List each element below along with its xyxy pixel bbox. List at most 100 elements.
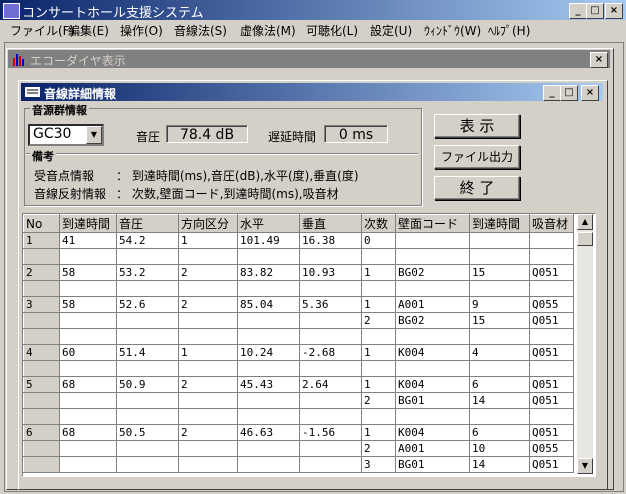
grid-scrollbar[interactable] [577,214,593,474]
table-cell[interactable]: 3 [23,296,60,313]
ray-data-grid[interactable]: No 到達時間 音圧 方向区分 水平 垂直 次数 壁面コード 到達時間 吸音材 … [22,213,596,477]
table-row[interactable]: 2 58 53.2 2 83.82 10.93 1 BG02 15 Q051 [23,264,574,281]
table-cell[interactable]: K004 [395,344,470,361]
table-cell[interactable]: 5.36 [299,296,362,313]
table-cell[interactable]: 1 [361,264,396,281]
table-cell[interactable]: 52.6 [116,296,179,313]
table-cell[interactable] [299,408,362,425]
table-row[interactable]: 4 60 51.4 1 10.24 -2.68 1 K004 4 Q051 [23,344,574,361]
table-cell[interactable]: A001 [395,296,470,313]
col-pressure-header[interactable]: 音圧 [116,214,179,233]
table-row[interactable] [23,280,574,297]
table-cell[interactable]: 2.64 [299,376,362,393]
table-cell[interactable] [395,280,470,297]
table-cell[interactable]: 51.4 [116,344,179,361]
table-cell[interactable]: 1 [361,424,396,441]
table-cell[interactable] [23,312,60,329]
table-cell[interactable] [237,392,300,409]
table-cell[interactable] [23,392,60,409]
table-cell[interactable]: A001 [395,440,470,457]
table-cell[interactable]: BG02 [395,312,470,329]
table-cell[interactable] [469,360,530,377]
table-cell[interactable] [361,280,396,297]
table-cell[interactable] [116,408,179,425]
table-cell[interactable]: BG01 [395,392,470,409]
menu-operation[interactable]: 操作(O) [120,22,163,39]
table-cell[interactable]: 1 [178,344,238,361]
table-cell[interactable]: 101.49 [237,232,300,249]
table-cell[interactable] [237,312,300,329]
file-output-button[interactable]: ファイル出力 [434,145,520,169]
table-cell[interactable]: 10.93 [299,264,362,281]
table-cell[interactable]: 5 [23,376,60,393]
table-cell[interactable] [178,408,238,425]
table-cell[interactable] [361,248,396,265]
table-cell[interactable] [116,456,179,473]
table-cell[interactable]: 41 [59,232,117,249]
table-cell[interactable] [178,456,238,473]
table-cell[interactable]: 2 [361,312,396,329]
table-cell[interactable] [59,456,117,473]
table-cell[interactable] [23,440,60,457]
table-cell[interactable] [23,280,60,297]
table-cell[interactable] [178,392,238,409]
table-cell[interactable]: 6 [469,376,530,393]
table-row[interactable]: 5 68 50.9 2 45.43 2.64 1 K004 6 Q051 [23,376,574,393]
table-cell[interactable]: 2 [178,424,238,441]
table-cell[interactable]: 15 [469,264,530,281]
menu-auralization[interactable]: 可聴化(L) [306,22,358,39]
dialog-close-button[interactable]: × [581,85,599,101]
table-cell[interactable] [23,328,60,345]
table-cell[interactable]: 2 [361,440,396,457]
table-cell[interactable] [116,328,179,345]
scroll-up-icon[interactable]: ▲ [577,214,593,230]
table-cell[interactable] [361,328,396,345]
table-cell[interactable]: Q055 [529,296,574,313]
table-cell[interactable] [23,248,60,265]
table-cell[interactable]: 54.2 [116,232,179,249]
table-cell[interactable] [59,328,117,345]
table-cell[interactable] [529,232,574,249]
table-cell[interactable]: 50.9 [116,376,179,393]
table-cell[interactable] [529,280,574,297]
table-cell[interactable]: 1 [23,232,60,249]
table-cell[interactable] [299,328,362,345]
table-cell[interactable]: Q051 [529,312,574,329]
table-cell[interactable]: BG01 [395,456,470,473]
table-row[interactable] [23,360,574,377]
table-cell[interactable] [237,248,300,265]
table-cell[interactable]: BG02 [395,264,470,281]
scroll-down-icon[interactable]: ▼ [577,458,593,474]
menu-help[interactable]: ﾍﾙﾌﾟ(H) [488,22,530,39]
display-button[interactable]: 表 示 [434,114,520,138]
table-cell[interactable]: 58 [59,264,117,281]
table-cell[interactable]: 2 [178,376,238,393]
table-cell[interactable] [59,280,117,297]
menu-ray-method[interactable]: 音線法(S) [174,22,227,39]
table-cell[interactable] [59,248,117,265]
table-cell[interactable] [59,392,117,409]
table-cell[interactable]: 45.43 [237,376,300,393]
table-cell[interactable]: 1 [361,376,396,393]
table-cell[interactable] [469,328,530,345]
table-cell[interactable]: Q051 [529,264,574,281]
table-cell[interactable] [395,232,470,249]
col-wall-code-header[interactable]: 壁面コード [395,214,470,233]
table-cell[interactable]: 2 [361,392,396,409]
table-cell[interactable] [299,280,362,297]
table-cell[interactable]: 68 [59,424,117,441]
table-cell[interactable]: Q051 [529,344,574,361]
echo-close-button[interactable]: × [590,52,608,68]
table-cell[interactable]: Q055 [529,440,574,457]
table-cell[interactable] [299,440,362,457]
close-button[interactable]: × [605,3,623,19]
maximize-button[interactable]: □ [586,3,604,19]
table-cell[interactable] [469,280,530,297]
table-cell[interactable]: 1 [361,344,396,361]
chevron-down-icon[interactable]: ▼ [86,126,102,144]
dialog-minimize-button[interactable]: _ [543,85,561,101]
table-cell[interactable]: 60 [59,344,117,361]
table-cell[interactable]: 16.38 [299,232,362,249]
table-cell[interactable]: 6 [23,424,60,441]
table-cell[interactable]: 10.24 [237,344,300,361]
